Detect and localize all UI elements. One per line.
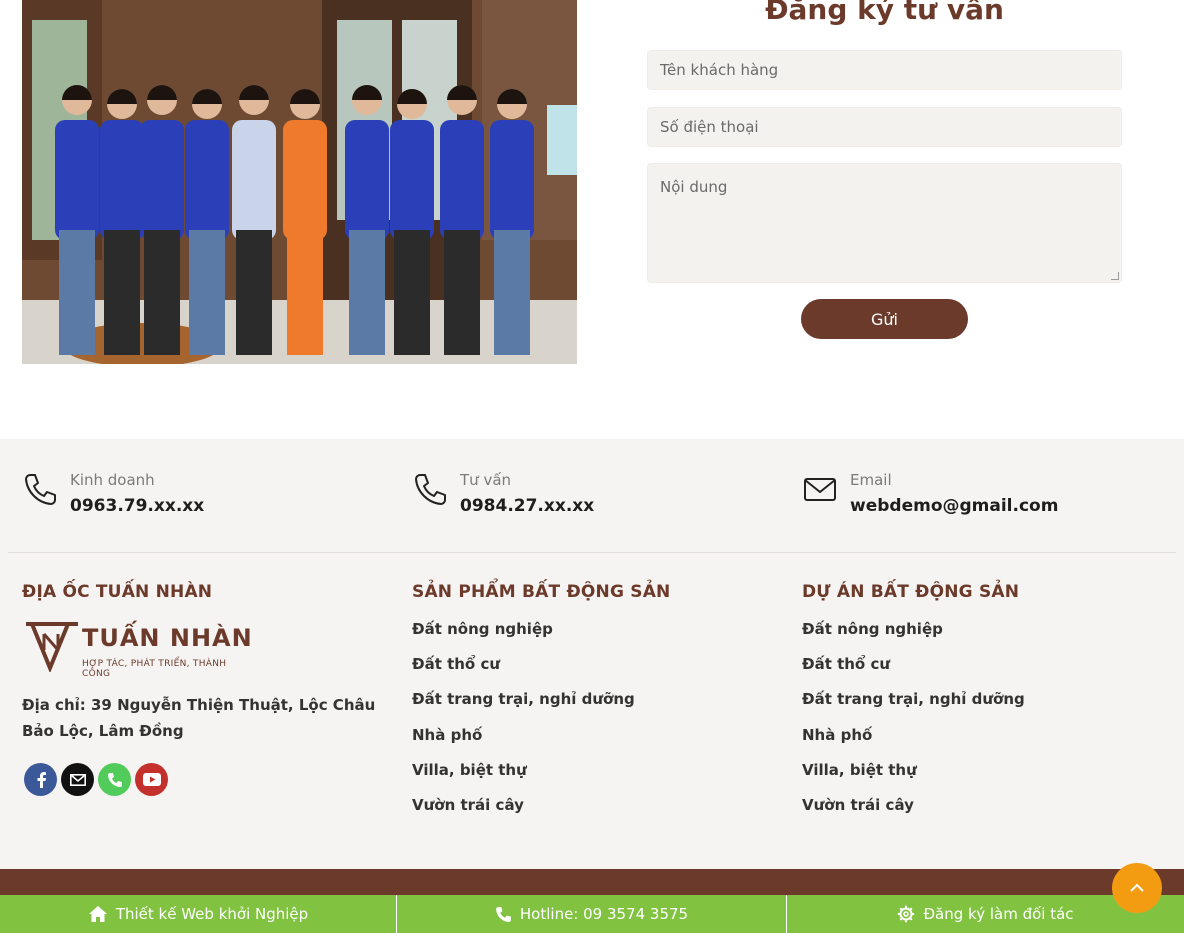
sticky-action-bar: Thiết kế Web khởi Nghiệp Hotline: 09 357… [0,895,1184,933]
products-link[interactable]: Vườn trái cây [412,793,635,828]
logo-mark-icon [26,622,78,674]
person-body [390,120,434,240]
contact-sales-value: 0963.79.xx.xx [70,496,205,516]
facebook-icon [37,771,46,788]
person-body [185,120,229,240]
contact-email[interactable]: Email webdemo@gmail.com [802,469,1058,521]
phone-number-input[interactable]: Số điện thoại [647,107,1122,147]
contact-email-value: webdemo@gmail.com [850,496,1059,516]
chevron-up-icon [1130,883,1144,892]
person-legs [349,230,385,355]
logo-tagline: HỢP TÁC, PHÁT TRIỂN, THÀNH CÔNG [82,659,227,679]
person-body [55,120,99,240]
person-legs [494,230,530,355]
company-heading: ĐỊA ỐC TUẤN NHÀN [22,582,213,602]
products-list: Đất nông nghiệp Đất thổ cư Đất trang trạ… [412,617,635,828]
customer-name-placeholder: Tên khách hàng [660,61,779,79]
projects-link[interactable]: Nhà phố [802,723,1025,758]
customer-name-input[interactable]: Tên khách hàng [647,50,1122,90]
projects-link[interactable]: Villa, biệt thự [802,758,1025,793]
contact-sales-label: Kinh doanh [70,471,155,489]
contact-consulting[interactable]: Tư vấn 0984.27.xx.xx [412,469,594,521]
hotline-link[interactable]: Hotline: 09 3574 3575 [397,895,787,933]
submit-button[interactable]: Gửi [801,299,968,339]
phone-number-placeholder: Số điện thoại [660,118,759,136]
products-link[interactable]: Đất thổ cư [412,652,635,687]
phone-icon [415,474,446,505]
youtube-button[interactable] [135,763,168,796]
person-legs [59,230,95,355]
email-button[interactable] [61,763,94,796]
hotline-label: Hotline: 09 3574 3575 [519,905,689,923]
person-legs [236,230,272,355]
projects-link[interactable]: Đất thổ cư [802,652,1025,687]
footer: Kinh doanh 0963.79.xx.xx Tư vấn 0984.27.… [0,439,1184,869]
products-link[interactable]: Nhà phố [412,723,635,758]
company-logo[interactable]: TUẤN NHÀN HỢP TÁC, PHÁT TRIỂN, THÀNH CÔN… [24,620,254,679]
person-body [440,120,484,240]
company-address: Địa chỉ: 39 Nguyễn Thiện Thuật, Lộc Châu… [22,696,376,740]
phone-icon [25,474,56,505]
phone-icon [495,906,511,922]
person-body [490,120,534,240]
startup-web-design-label: Thiết kế Web khởi Nghiệp [115,905,309,923]
person-body [283,120,327,240]
contact-consulting-value: 0984.27.xx.xx [460,496,595,516]
social-links [24,763,168,796]
message-placeholder: Nội dung [660,178,728,196]
gear-icon [898,905,915,923]
facebook-button[interactable] [24,763,57,796]
message-textarea[interactable]: Nội dung [647,163,1122,283]
person-legs [144,230,180,355]
products-heading: SẢN PHẨM BẤT ĐỘNG SẢN [412,582,671,602]
footer-divider [8,552,1176,553]
youtube-icon [142,773,161,786]
products-link[interactable]: Đất nông nghiệp [412,617,635,652]
person-legs [394,230,430,355]
contact-sales[interactable]: Kinh doanh 0963.79.xx.xx [22,469,204,521]
mail-icon [804,478,836,501]
person-body [345,120,389,240]
projects-list: Đất nông nghiệp Đất thổ cư Đất trang trạ… [802,617,1025,828]
projects-link[interactable]: Đất nông nghiệp [802,617,1025,652]
products-link[interactable]: Đất trang trại, nghỉ dưỡng [412,687,635,722]
phone-icon [107,772,122,787]
resize-handle-icon[interactable] [1111,272,1119,280]
person-legs [104,230,140,355]
partner-signup-label: Đăng ký làm đối tác [923,905,1074,923]
back-to-top-button[interactable] [1112,863,1162,913]
projects-link[interactable]: Vườn trái cây [802,793,1025,828]
person-legs [444,230,480,355]
person-body [140,120,184,240]
projects-link[interactable]: Đất trang trại, nghỉ dưỡng [802,687,1025,722]
form-title: Đăng ký tư vấn [765,0,1004,26]
products-link[interactable]: Villa, biệt thự [412,758,635,793]
page: Đăng ký tư vấn Tên khách hàng Số điện th… [0,0,1184,933]
team-photo [22,0,577,364]
contact-email-label: Email [850,471,892,489]
call-button[interactable] [98,763,131,796]
envelope-icon [69,773,86,786]
contact-consulting-label: Tư vấn [460,471,512,489]
person-legs [287,230,323,355]
copyright-bar [0,869,1184,895]
person-legs [189,230,225,355]
projects-heading: DỰ ÁN BẤT ĐỘNG SẢN [802,582,1020,602]
logo-brand-text: TUẤN NHÀN [82,624,253,652]
home-icon [88,906,107,922]
person-body [100,120,144,240]
startup-web-design-link[interactable]: Thiết kế Web khởi Nghiệp [0,895,397,933]
person-body [232,120,276,240]
